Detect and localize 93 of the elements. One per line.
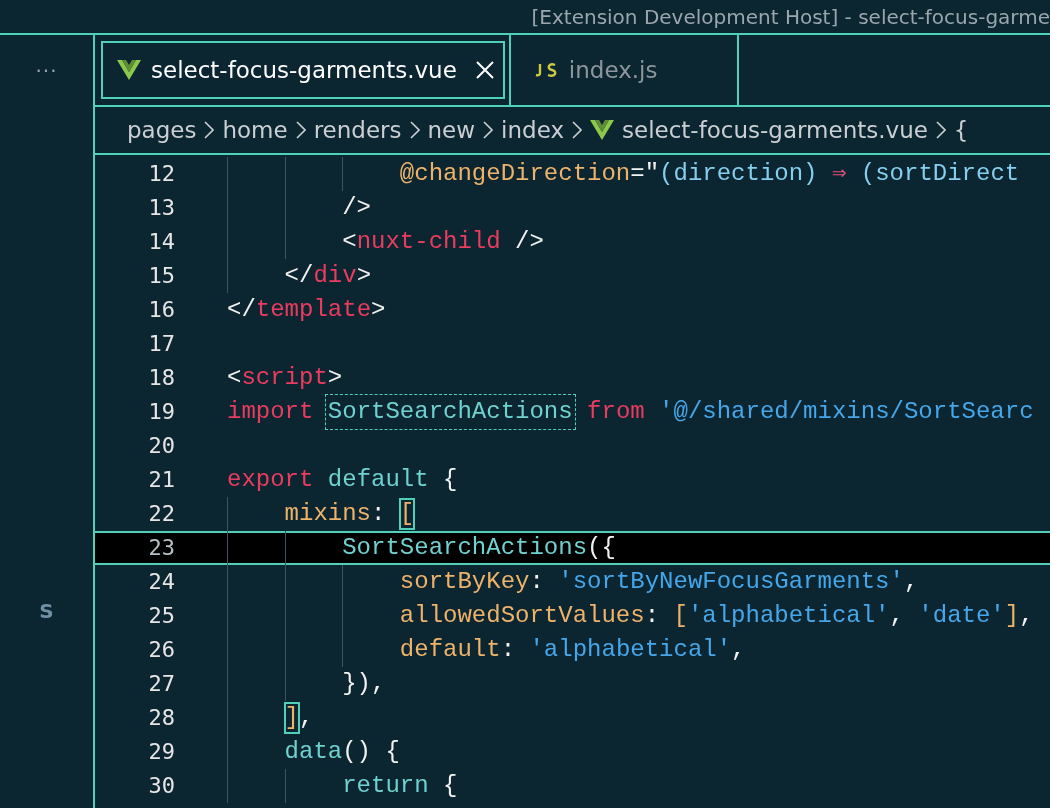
chevron-icon (204, 121, 215, 139)
breadcrumb-item[interactable]: new (427, 117, 476, 143)
code-token: : (644, 601, 661, 631)
breadcrumb-item[interactable]: renders (313, 117, 402, 143)
code-token: default (327, 465, 429, 495)
code-token: /> (342, 193, 372, 223)
code-token: div (313, 261, 357, 291)
code-token: script (241, 363, 328, 393)
code-token: , (1019, 601, 1034, 631)
breadcrumb-item[interactable]: { (953, 117, 969, 143)
chevron-icon (483, 121, 494, 139)
breadcrumb-item[interactable]: index (501, 117, 564, 143)
code-token: : (371, 499, 387, 529)
code-token: < (342, 227, 357, 257)
code-token: , (299, 703, 314, 733)
code-token: return (342, 771, 429, 801)
line-number: 19 (147, 398, 175, 426)
close-icon[interactable] (474, 60, 495, 80)
code-token: </ (284, 261, 314, 291)
code-token: template (255, 295, 372, 325)
code-token: /> (515, 227, 544, 257)
breadcrumb-item[interactable]: home (222, 117, 288, 143)
code-token: < (227, 363, 242, 393)
chevron-icon (295, 121, 306, 139)
vue-icon (590, 120, 614, 140)
line-number: 29 (147, 738, 175, 766)
chevron-icon (409, 121, 420, 139)
code-token: [ (399, 499, 415, 529)
code-token: 'sortByNewFocusGarments' (558, 567, 904, 597)
code-token: (sortDirect (860, 159, 1020, 189)
code-token: 'alphabetical' (687, 601, 890, 631)
code-token: nuxt-child (356, 227, 501, 257)
code-token: SortSearchActions (342, 533, 588, 563)
editor-tab[interactable]: index.js (510, 35, 740, 105)
code-token: '@/shared/mixins/SortSearc (659, 397, 1034, 427)
line-number: 13 (147, 194, 175, 222)
line-number: 15 (147, 262, 175, 290)
more-icon[interactable]: ··· (35, 59, 58, 83)
line-number: 25 (147, 602, 175, 630)
code-token: > (327, 363, 343, 393)
code-token: , (903, 567, 919, 597)
code-token: import (227, 397, 315, 427)
code-token: mixins (284, 499, 372, 529)
code-token: export (227, 465, 314, 495)
line-number: 30 (147, 772, 175, 800)
line-number: 14 (147, 228, 175, 256)
chevron-icon (935, 121, 946, 139)
line-number: 26 (147, 636, 175, 664)
line-number: 17 (147, 330, 175, 358)
line-number: 16 (147, 296, 175, 324)
window-title: [Extension Development Host] - select-focus-garme (531, 4, 1050, 29)
vue-icon (117, 60, 141, 80)
line-number: 22 (147, 500, 175, 528)
code-token: default (399, 635, 501, 665)
code-token: 'alphabetical' (529, 635, 732, 665)
code-token: , (731, 635, 746, 665)
code-token: SortSearchActions (327, 397, 573, 427)
code-token: allowedSortValues (399, 601, 645, 631)
line-number: 12 (147, 160, 175, 188)
code-token: </ (227, 295, 256, 325)
code-token: > (356, 261, 372, 291)
code-token: : (500, 635, 517, 665)
code-token: : (529, 567, 545, 597)
code-token: { (443, 465, 458, 495)
line-number: 27 (147, 670, 175, 698)
account-initial[interactable]: S (39, 599, 54, 623)
code-token: =" (630, 159, 660, 189)
code-token: ] (284, 703, 299, 733)
code-token: ({ (587, 533, 616, 563)
code-token: @changeDirection (399, 159, 631, 189)
line-number: 28 (147, 704, 175, 732)
code-token: (direction) (659, 159, 819, 189)
code-token: > (371, 295, 386, 325)
code-token: sortByKey (399, 567, 530, 597)
code-token: data (284, 737, 343, 767)
breadcrumb-item[interactable]: pages (127, 117, 197, 143)
line-number: 24 (147, 568, 175, 596)
code-token: from (587, 397, 645, 427)
chevron-icon (572, 121, 582, 139)
breadcrumb-item[interactable]: select-focus-garments.vue (622, 117, 928, 143)
line-number: 23 (147, 534, 175, 562)
line-number: 20 (147, 432, 175, 460)
editor-tab[interactable]: select-focus-garments.vue (95, 35, 511, 105)
code-token: ] (1004, 601, 1020, 631)
code-token: () { (342, 737, 400, 767)
code-token: [ (673, 601, 688, 631)
code-token: ⇒ (831, 159, 847, 189)
line-number: 21 (147, 466, 175, 494)
code-token: , (889, 601, 905, 631)
code-token: 'date' (918, 601, 1005, 631)
code-token: }), (342, 669, 386, 699)
line-number: 18 (147, 364, 175, 392)
code-token: { (443, 771, 458, 801)
